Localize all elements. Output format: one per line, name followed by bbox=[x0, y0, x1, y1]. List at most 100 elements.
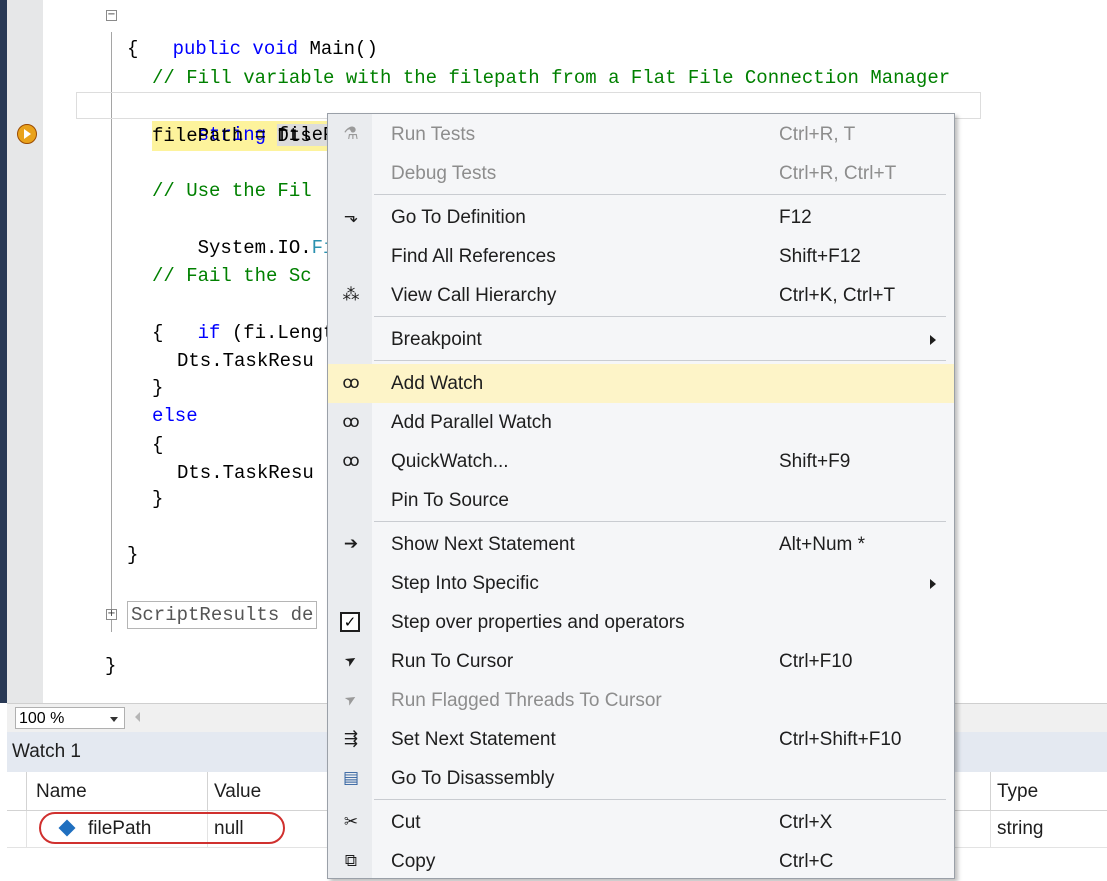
checkbox-icon[interactable]: ✓ bbox=[340, 612, 360, 632]
chevron-down-icon bbox=[110, 717, 118, 722]
menu-separator bbox=[374, 521, 946, 522]
menu-item-set-next-statement[interactable]: ⇶ Set Next Statement Ctrl+Shift+F10 bbox=[328, 720, 954, 759]
call-hierarchy-icon: ⁂ bbox=[342, 285, 360, 305]
code-line-if[interactable]: if (fi.Length bbox=[152, 290, 346, 344]
code-line-comment[interactable]: // Use the Fil bbox=[152, 177, 312, 206]
submenu-arrow-icon bbox=[930, 579, 936, 589]
code-line[interactable]: } bbox=[127, 541, 138, 570]
code-line[interactable]: } bbox=[152, 485, 163, 514]
code-token: } bbox=[105, 655, 117, 677]
code-line-else[interactable]: else bbox=[152, 402, 198, 431]
code-line[interactable]: } bbox=[152, 374, 163, 403]
cursor-icon: ➤ bbox=[341, 651, 361, 671]
code-line[interactable]: } bbox=[105, 652, 116, 681]
menu-item-show-next-statement[interactable]: ➔ Show Next Statement Alt+Num * bbox=[328, 525, 954, 564]
code-line-current-statement[interactable]: filePath = Dts bbox=[152, 122, 312, 151]
disassembly-icon: ▤ bbox=[342, 768, 360, 788]
menu-separator bbox=[374, 799, 946, 800]
menu-item-breakpoint[interactable]: Breakpoint bbox=[328, 320, 954, 359]
collapsed-region[interactable]: ScriptResults de bbox=[127, 601, 318, 629]
row-header-spacer bbox=[7, 772, 27, 810]
watch-type-cell: string bbox=[990, 811, 1107, 847]
code-token: // Fail the Sc bbox=[152, 265, 312, 287]
code-line[interactable]: { bbox=[127, 35, 138, 64]
menu-item-shortcut: Ctrl+R, Ctrl+T bbox=[779, 163, 897, 184]
menu-item-run-tests[interactable]: ⚗ Run Tests Ctrl+R, T bbox=[328, 115, 954, 154]
menu-item-shortcut: Ctrl+Shift+F10 bbox=[779, 729, 902, 750]
menu-separator bbox=[374, 360, 946, 361]
code-line[interactable]: { bbox=[152, 431, 163, 460]
highlight-annotation bbox=[39, 812, 285, 844]
menu-item-shortcut: Alt+Num * bbox=[779, 534, 866, 555]
menu-item-label: Run To Cursor bbox=[391, 651, 514, 672]
code-token: public void bbox=[172, 38, 310, 60]
arrow-right-icon: ➔ bbox=[343, 534, 359, 554]
code-token: } bbox=[127, 544, 139, 566]
menu-item-label: Copy bbox=[391, 851, 436, 872]
menu-item-run-to-cursor[interactable]: ➤ Run To Cursor Ctrl+F10 bbox=[328, 642, 954, 681]
glasses-icon: ꝏ bbox=[342, 412, 360, 432]
menu-item-shortcut: Shift+F12 bbox=[779, 246, 861, 267]
editor-gutter bbox=[7, 0, 43, 703]
code-token: if bbox=[197, 322, 232, 344]
code-line-comment[interactable]: // Fail the Sc bbox=[152, 262, 312, 291]
menu-item-run-flagged-threads[interactable]: ➤ Run Flagged Threads To Cursor bbox=[328, 681, 954, 720]
code-token: Main() bbox=[309, 38, 378, 60]
set-next-statement-icon: ⇶ bbox=[343, 729, 359, 749]
menu-item-cut[interactable]: ✂ Cut Ctrl+X bbox=[328, 803, 954, 842]
code-line-comment[interactable]: // Fill variable with the filepath from … bbox=[152, 64, 950, 93]
code-token: { bbox=[152, 434, 164, 456]
code-token: filePath = Dts bbox=[152, 125, 312, 147]
scroll-left-icon[interactable] bbox=[135, 712, 140, 722]
expand-toggle-icon[interactable]: + bbox=[106, 609, 117, 620]
code-token: // Fill variable with the filepath from … bbox=[152, 67, 951, 89]
zoom-value: 100 % bbox=[19, 710, 65, 727]
menu-item-go-to-disassembly[interactable]: ▤ Go To Disassembly bbox=[328, 759, 954, 798]
menu-item-label: View Call Hierarchy bbox=[391, 285, 557, 306]
column-header-name[interactable]: Name bbox=[30, 772, 208, 810]
menu-item-step-over-properties[interactable]: ✓ Step over properties and operators bbox=[328, 603, 954, 642]
menu-item-label: Set Next Statement bbox=[391, 729, 556, 750]
menu-separator bbox=[374, 316, 946, 317]
menu-item-shortcut: Ctrl+C bbox=[779, 851, 834, 872]
go-to-definition-icon: ⬎ bbox=[343, 207, 359, 227]
menu-item-label: Add Watch bbox=[391, 373, 484, 394]
menu-item-label: Run Flagged Threads To Cursor bbox=[391, 690, 662, 711]
menu-item-label: Show Next Statement bbox=[391, 534, 575, 555]
code-line[interactable]: { bbox=[152, 319, 163, 348]
menu-item-label: QuickWatch... bbox=[391, 451, 509, 472]
menu-item-label: Pin To Source bbox=[391, 490, 509, 511]
menu-item-pin-to-source[interactable]: Pin To Source bbox=[328, 481, 954, 520]
collapse-toggle-icon[interactable]: − bbox=[106, 10, 117, 21]
breakpoint-current-statement-icon[interactable] bbox=[17, 124, 37, 144]
code-line[interactable]: Dts.TaskResu bbox=[177, 347, 314, 376]
menu-item-find-all-references[interactable]: Find All References Shift+F12 bbox=[328, 237, 954, 276]
zoom-dropdown[interactable]: 100 % bbox=[15, 707, 125, 729]
menu-item-quickwatch[interactable]: ꝏ QuickWatch... Shift+F9 bbox=[328, 442, 954, 481]
menu-item-label: Step Into Specific bbox=[391, 573, 539, 594]
code-token: else bbox=[152, 405, 198, 427]
menu-item-add-parallel-watch[interactable]: ꝏ Add Parallel Watch bbox=[328, 403, 954, 442]
flask-icon: ⚗ bbox=[343, 124, 359, 144]
menu-item-label: Debug Tests bbox=[391, 163, 497, 184]
code-line[interactable]: Dts.TaskResu bbox=[177, 459, 314, 488]
menu-item-step-into-specific[interactable]: Step Into Specific bbox=[328, 564, 954, 603]
menu-separator bbox=[374, 194, 946, 195]
context-menu: ⚗ Run Tests Ctrl+R, T Debug Tests Ctrl+R… bbox=[327, 113, 955, 879]
menu-item-go-to-definition[interactable]: ⬎ Go To Definition F12 bbox=[328, 198, 954, 237]
code-token: Dts.TaskResu bbox=[177, 462, 314, 484]
menu-item-label: Go To Disassembly bbox=[391, 768, 555, 789]
cursor-icon: ➤ bbox=[341, 690, 361, 710]
menu-item-view-call-hierarchy[interactable]: ⁂ View Call Hierarchy Ctrl+K, Ctrl+T bbox=[328, 276, 954, 315]
menu-item-shortcut: F12 bbox=[779, 207, 812, 228]
menu-item-add-watch[interactable]: ꝏ Add Watch bbox=[328, 364, 954, 403]
menu-item-shortcut: Shift+F9 bbox=[779, 451, 851, 472]
menu-item-debug-tests[interactable]: Debug Tests Ctrl+R, Ctrl+T bbox=[328, 154, 954, 193]
code-line-method-signature[interactable]: public void Main() bbox=[127, 6, 378, 60]
outline-line bbox=[111, 32, 112, 632]
menu-item-copy[interactable]: ⧉ Copy Ctrl+C bbox=[328, 842, 954, 881]
menu-item-label: Find All References bbox=[391, 246, 556, 267]
column-header-type[interactable]: Type bbox=[990, 772, 1107, 810]
menu-item-label: Cut bbox=[391, 812, 421, 833]
code-token: ScriptResults de bbox=[131, 604, 314, 626]
